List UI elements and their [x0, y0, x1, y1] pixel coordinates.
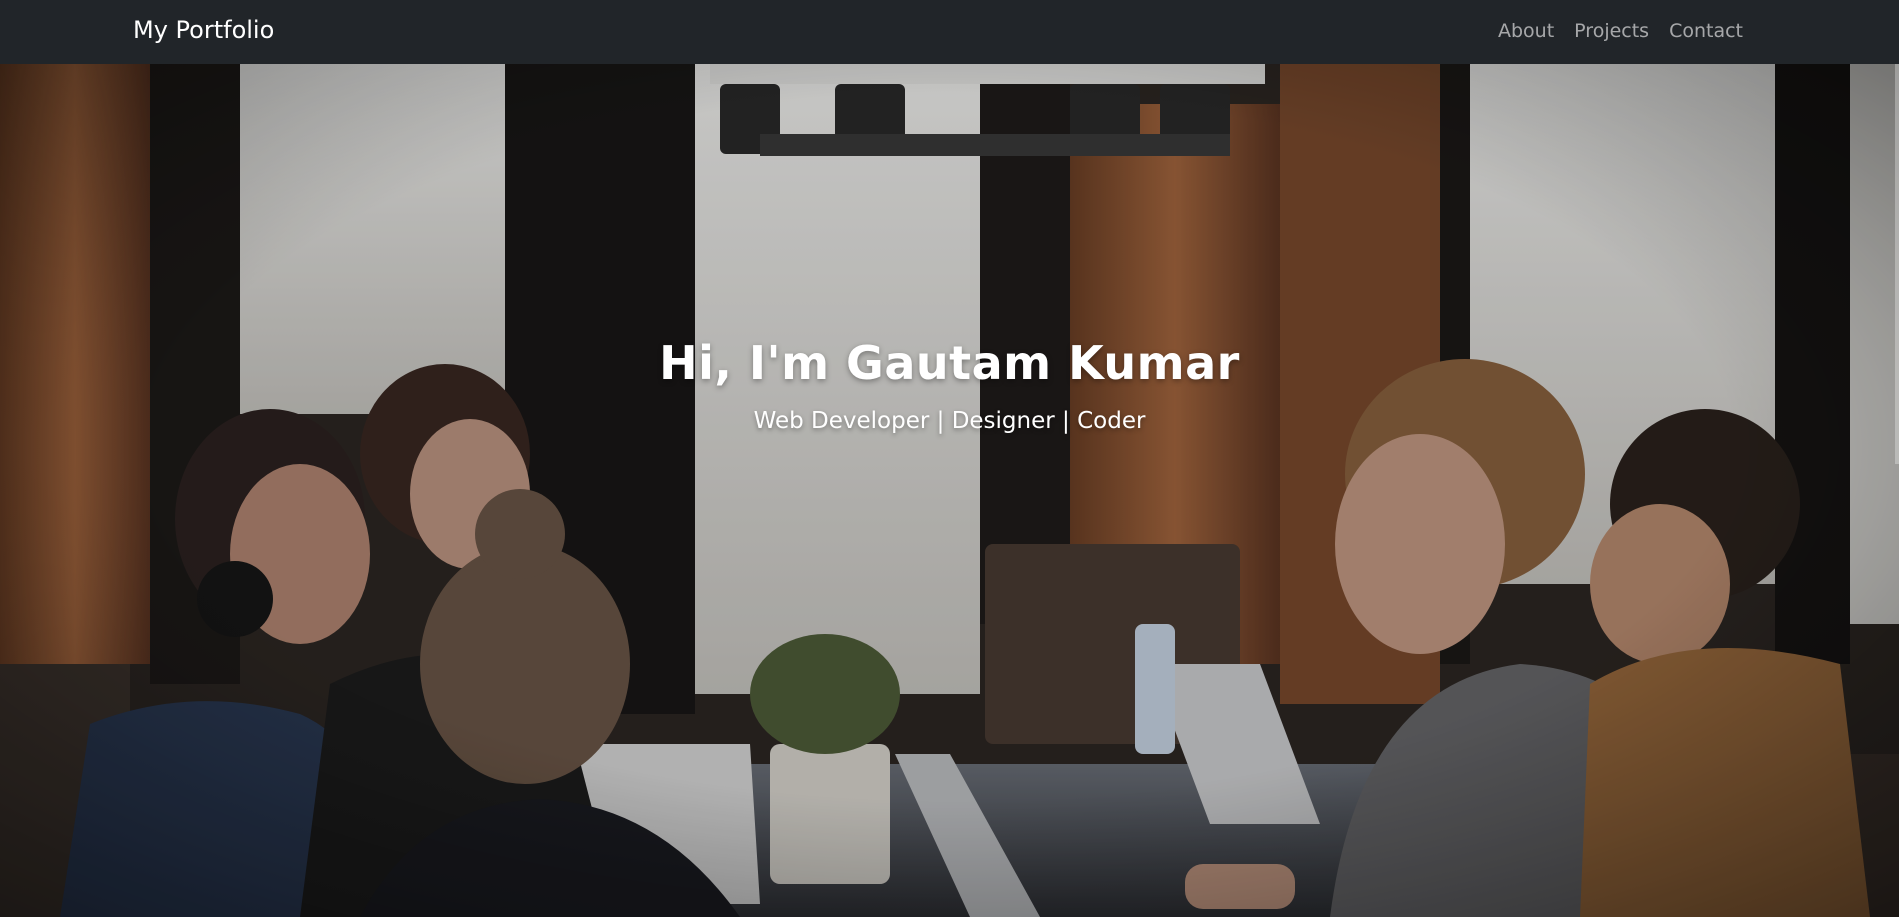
nav-link-contact[interactable]: Contact: [1669, 18, 1743, 44]
nav-link-projects[interactable]: Projects: [1574, 18, 1649, 44]
hero-overlay: [0, 64, 1899, 917]
nav-links: About Projects Contact: [1498, 18, 1743, 44]
top-navbar: My Portfolio About Projects Contact: [0, 0, 1899, 64]
page-scrollbar[interactable]: [1895, 64, 1899, 464]
hero-content: Hi, I'm Gautam Kumar Web Developer | Des…: [0, 334, 1899, 436]
hero-title: Hi, I'm Gautam Kumar: [659, 336, 1240, 390]
brand-link[interactable]: My Portfolio: [133, 14, 274, 46]
hero-section: Hi, I'm Gautam Kumar Web Developer | Des…: [0, 64, 1899, 917]
hero-subtitle: Web Developer | Designer | Coder: [753, 408, 1146, 434]
nav-link-about[interactable]: About: [1498, 18, 1554, 44]
